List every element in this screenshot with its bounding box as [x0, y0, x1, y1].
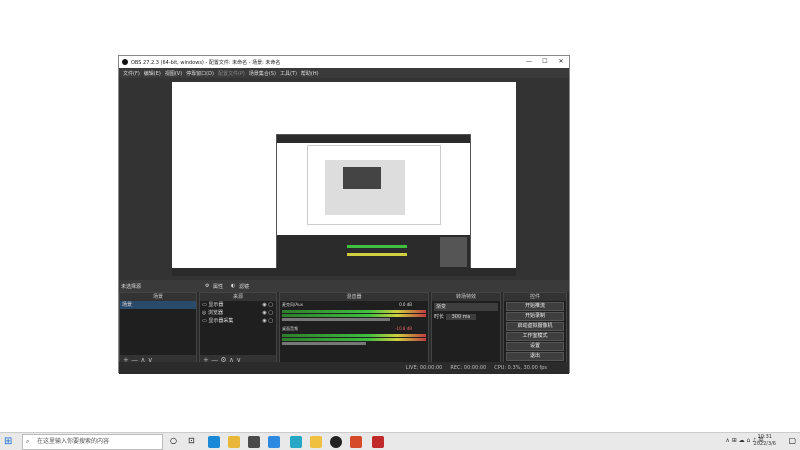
- notification-icon[interactable]: ▢: [788, 436, 796, 445]
- status-bar: LIVE: 00:00:00 REC: 00:00:00 CPU: 0.3%, …: [119, 362, 569, 373]
- obs-taskbar-icon[interactable]: [330, 436, 342, 448]
- minimize-button[interactable]: —: [521, 56, 537, 68]
- clock[interactable]: 10:31 2022/3/6: [754, 434, 776, 448]
- menu-file[interactable]: 文件(F): [123, 70, 140, 77]
- no-source-label: 未选择源: [121, 284, 142, 290]
- filters-button[interactable]: 滤镜: [239, 283, 249, 290]
- start-recording-button[interactable]: 开始录制: [506, 312, 564, 321]
- eye-lock-icon[interactable]: ◉ ▢: [262, 309, 276, 317]
- obs-window: OBS 27.2.3 (64-bit, windows) - 配置文件: 未命名…: [118, 55, 570, 374]
- obs-logo-icon: [122, 59, 128, 65]
- controls-dock: 控件 开始推流 开始录制 启动虚拟摄像机 工作室模式 设置 退出: [503, 292, 567, 366]
- menu-edit[interactable]: 编辑(E): [144, 70, 161, 77]
- store-icon[interactable]: [248, 436, 260, 448]
- properties-button[interactable]: 属性: [213, 283, 223, 290]
- app-icon[interactable]: [290, 436, 302, 448]
- mixer-header: 混音器: [280, 293, 428, 301]
- sources-dock: 来源 ▭ 显示器 ◉ ▢ ◎ 浏览器 ◉ ▢ ▭ 显示器采集 ◉ ▢ + — ⚙ ∧ …: [199, 292, 277, 366]
- settings-button[interactable]: 设置: [506, 342, 564, 351]
- preview-canvas: [172, 82, 516, 276]
- mixer-track-name: 麦克风/Aux 0.0 dB: [282, 302, 412, 307]
- nested-capture: [276, 134, 471, 271]
- app-icon[interactable]: [350, 436, 362, 448]
- menu-tools[interactable]: 工具(T): [280, 70, 297, 77]
- rec-status: REC: 00:00:00: [450, 364, 487, 371]
- mail-icon[interactable]: [268, 436, 280, 448]
- audio-meter: [282, 310, 426, 313]
- scene-item[interactable]: 场景: [120, 301, 196, 309]
- transitions-dock: 转场特效 渐变 时长 300 ms: [431, 292, 501, 366]
- maximize-button[interactable]: ☐: [537, 56, 553, 68]
- widgets-icon[interactable]: ⊡: [188, 436, 195, 445]
- time: 10:31: [757, 434, 772, 440]
- menu-scene-collection[interactable]: 场景集合(S): [249, 70, 276, 77]
- transition-select[interactable]: 渐变: [434, 303, 498, 311]
- duration-row: 时长 300 ms: [432, 313, 500, 321]
- menu-view[interactable]: 视图(V): [165, 70, 182, 77]
- audio-meter: [282, 338, 426, 341]
- mixer-dock: 混音器 麦克风/Aux 0.0 dB 桌面音频 -10.8 dB: [279, 292, 429, 366]
- transitions-header: 转场特效: [432, 293, 500, 301]
- scenes-dock: 场景 场景 + — ∧ ∨: [119, 292, 197, 366]
- title-bar[interactable]: OBS 27.2.3 (64-bit, windows) - 配置文件: 未命名…: [119, 56, 569, 68]
- taskbar-search[interactable]: ⌕ 在这里输入你要搜索的内容: [22, 434, 163, 450]
- controls-header: 控件: [504, 293, 566, 301]
- scenes-header: 场景: [120, 293, 196, 301]
- eye-lock-icon[interactable]: ◉ ▢: [262, 301, 276, 309]
- menu-bar: 文件(F) 编辑(E) 视图(V) 停靠窗口(D) 配置文件(P) 场景集合(S…: [119, 68, 569, 78]
- close-button[interactable]: ✕: [553, 56, 569, 68]
- start-streaming-button[interactable]: 开始推流: [506, 302, 564, 311]
- studio-mode-button[interactable]: 工作室模式: [506, 332, 564, 341]
- duration-input[interactable]: 300 ms: [445, 314, 477, 320]
- windows-start-icon[interactable]: ⊞: [4, 436, 12, 447]
- source-item[interactable]: ▭ 显示器采集 ◉ ▢: [200, 317, 276, 325]
- source-item[interactable]: ▭ 显示器 ◉ ▢: [200, 301, 276, 309]
- menu-help[interactable]: 帮助(H): [301, 70, 319, 77]
- audio-meter: [282, 334, 426, 337]
- start-virtual-camera-button[interactable]: 启动虚拟摄像机: [506, 322, 564, 331]
- source-item[interactable]: ◎ 浏览器 ◉ ▢: [200, 309, 276, 317]
- volume-slider[interactable]: [282, 318, 391, 321]
- file-explorer-icon[interactable]: [228, 436, 240, 448]
- task-view-icon[interactable]: ○: [170, 436, 177, 445]
- menu-docks[interactable]: 停靠窗口(D): [186, 70, 214, 77]
- mixer-track-name: 桌面音频 -10.8 dB: [282, 326, 412, 331]
- edge-icon[interactable]: [208, 436, 220, 448]
- eye-lock-icon[interactable]: ◉ ▢: [262, 317, 276, 325]
- volume-slider[interactable]: [282, 342, 367, 345]
- window-title: OBS 27.2.3 (64-bit, windows) - 配置文件: 未命名…: [131, 59, 281, 66]
- search-icon: ⌕: [26, 438, 30, 445]
- cpu-status: CPU: 0.3%, 30.00 fps: [494, 364, 547, 371]
- live-status: LIVE: 00:00:00: [405, 364, 443, 371]
- taskbar: ⊞ ⌕ 在这里输入你要搜索的内容 ○ ⊡ ∧ ⊞ ☁ ⌂ ♪ 英 10:31 2…: [0, 432, 800, 450]
- sources-header: 来源: [200, 293, 276, 301]
- menu-profile[interactable]: 配置文件(P): [218, 70, 245, 77]
- preview-area[interactable]: [119, 78, 569, 280]
- audio-meter: [282, 314, 426, 317]
- scene-toolbar: 未选择源 ⚙ 属性 ◐ 滤镜: [119, 280, 569, 292]
- date: 2022/3/6: [753, 441, 776, 447]
- filter-icon[interactable]: ◐: [231, 283, 235, 289]
- app-icon[interactable]: [310, 436, 322, 448]
- exit-button[interactable]: 退出: [506, 352, 564, 361]
- app-icon[interactable]: [372, 436, 384, 448]
- gear-icon[interactable]: ⚙: [205, 283, 209, 289]
